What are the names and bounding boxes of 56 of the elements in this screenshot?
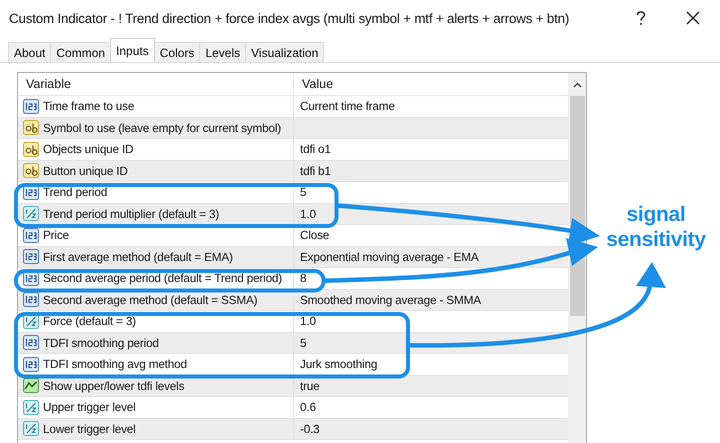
tab[interactable]: About [8,42,52,62]
variable-name: Lower trigger level [43,422,136,436]
variable-value[interactable]: tdfi b1 [300,164,331,178]
variable-name: First average method (default = EMA) [43,250,233,264]
string-type-icon [23,163,39,178]
variable-name: Upper trigger level [43,400,136,414]
variable-value[interactable]: 1.0 [300,206,316,221]
close-icon[interactable] [686,11,700,25]
tab[interactable]: Levels [199,42,246,62]
int-type-icon [23,98,39,114]
variable-value[interactable]: tdfi o1 [300,142,331,156]
variable-value[interactable]: Smoothed moving average - SMMA [300,292,481,307]
variable-name: Symbol to use (leave empty for current symbol) [43,120,281,135]
scroll-up-icon[interactable] [572,82,582,88]
variable-name: Time frame to use [43,99,134,114]
variable-name: Force (default = 3) [43,314,136,328]
variable-name: Objects unique ID [43,142,134,156]
variable-value[interactable]: 8 [300,271,306,286]
variable-value[interactable]: 5 [300,185,306,200]
bool-type-icon [23,378,39,394]
variable-name: Show upper/lower tdfi levels [43,378,184,393]
tab[interactable]: Visualization [245,42,324,62]
double-type-icon [23,400,39,415]
variable-value[interactable]: true [300,378,320,393]
variable-name: Second average method (default = SSMA) [43,292,258,307]
double-type-icon [23,421,39,436]
tab[interactable]: Inputs [110,38,155,62]
int-type-icon [23,356,39,372]
variable-value[interactable]: 5 [300,336,306,350]
column-header[interactable]: Variable [18,73,293,95]
variable-value[interactable]: 0.6 [300,400,316,414]
window-title: Custom Indicator - ! Trend direction + force index avgs (multi symbol + mtf + alerts + arrows + btn) [9,10,570,26]
variable-value[interactable]: Exponential moving average - EMA [300,250,479,264]
variable-name: Button unique ID [43,164,128,178]
variable-name: Trend period [43,185,108,200]
string-type-icon [23,120,39,136]
double-type-icon [23,206,39,222]
variable-value[interactable]: Close [300,228,330,242]
variable-value[interactable]: -0.3 [300,422,320,436]
variable-name: TDFI smoothing period [43,336,159,350]
int-type-icon [23,228,39,243]
variable-value[interactable]: 1.0 [300,314,316,328]
tab[interactable]: Common [50,42,112,62]
variable-name: Price [43,228,69,242]
variable-name: TDFI smoothing avg method [43,357,187,372]
int-type-icon [23,249,39,264]
string-type-icon [23,142,39,157]
variable-value[interactable]: Jurk smoothing [300,357,378,372]
callout-label: signal sensitivity [605,202,707,252]
tab[interactable]: Colors [154,42,200,62]
variable-name: Second average period (default = Trend period) [43,271,282,286]
variable-value[interactable]: Current time frame [300,99,395,114]
int-type-icon [23,292,39,308]
int-type-icon [23,335,39,350]
help-icon[interactable] [636,10,646,26]
variable-name: Trend period multiplier (default = 3) [43,206,220,221]
